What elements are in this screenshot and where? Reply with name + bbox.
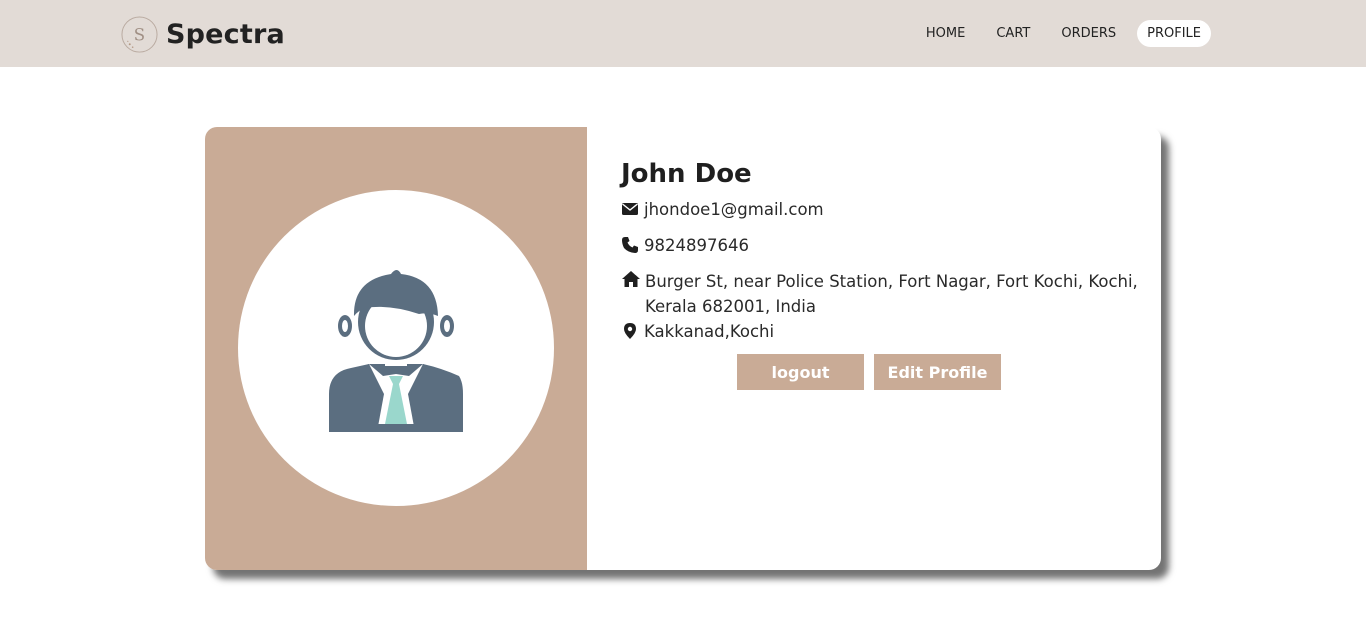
svg-text:S: S xyxy=(134,25,145,44)
nav-home[interactable]: HOME xyxy=(916,20,975,47)
map-pin-icon xyxy=(624,323,636,339)
address-text: Burger St, near Police Station, Fort Nag… xyxy=(645,272,1138,316)
avatar-panel xyxy=(205,127,587,570)
logout-button[interactable]: logout xyxy=(737,354,864,390)
address-row: Burger St, near Police Station, Fort Nag… xyxy=(621,269,1141,319)
user-avatar-icon xyxy=(329,270,463,432)
phone-text: 9824897646 xyxy=(644,236,749,255)
envelope-icon xyxy=(622,203,638,215)
brand-logo-icon: S xyxy=(121,15,158,53)
navbar: S Spectra HOME CART ORDERS PROFILE xyxy=(0,0,1366,67)
profile-actions: logout Edit Profile xyxy=(737,354,1011,390)
profile-details: John Doe jhondoe1@gmail.com 9824897646 B… xyxy=(621,157,1141,390)
profile-name: John Doe xyxy=(621,159,752,189)
home-icon xyxy=(622,271,640,287)
brand-name: Spectra xyxy=(166,18,285,50)
email-text: jhondoe1@gmail.com xyxy=(644,200,824,219)
phone-icon xyxy=(622,237,638,253)
nav-cart[interactable]: CART xyxy=(986,20,1040,47)
location-row: Kakkanad,Kochi xyxy=(621,319,774,344)
main-nav: HOME CART ORDERS PROFILE xyxy=(905,20,1211,47)
location-text: Kakkanad,Kochi xyxy=(644,322,775,341)
brand[interactable]: S Spectra xyxy=(120,14,285,54)
edit-profile-button[interactable]: Edit Profile xyxy=(874,354,1001,390)
email-row: jhondoe1@gmail.com xyxy=(621,197,824,222)
phone-row: 9824897646 xyxy=(621,233,749,258)
nav-orders[interactable]: ORDERS xyxy=(1051,20,1126,47)
nav-profile[interactable]: PROFILE xyxy=(1137,20,1211,47)
profile-card: John Doe jhondoe1@gmail.com 9824897646 B… xyxy=(205,127,1161,570)
